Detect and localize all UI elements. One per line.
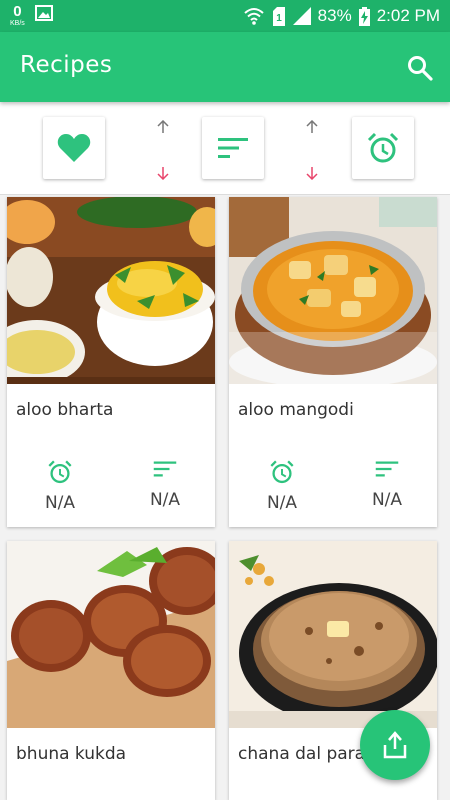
recipe-time: N/A: [252, 459, 312, 513]
recipe-name: bhuna kukda: [16, 744, 127, 764]
sort-button[interactable]: [202, 117, 264, 179]
gallery-notification-icon: [34, 4, 53, 27]
sort-toolbar: [0, 102, 450, 195]
recipe-image: [7, 197, 215, 384]
recipe-difficulty: N/A: [135, 459, 195, 510]
heart-icon: [57, 134, 91, 162]
sort-lines-icon: [218, 138, 248, 158]
page-title: Recipes: [20, 52, 113, 78]
share-button[interactable]: [360, 710, 430, 780]
sort-lines-icon: [375, 461, 399, 477]
recipe-time-value: N/A: [266, 493, 298, 513]
alarm-clock-icon: [367, 132, 399, 163]
arrow-down-icon[interactable]: [305, 166, 319, 180]
network-speed-unit: KB/s: [10, 20, 25, 27]
recipe-card[interactable]: aloo mangodi N/A N/A: [229, 197, 437, 527]
recipe-time-value: N/A: [44, 493, 76, 513]
wifi-icon: [243, 7, 265, 25]
signal-icon: [292, 7, 311, 25]
recipe-name: aloo bharta: [16, 400, 114, 420]
network-speed: 0 KB/s: [10, 4, 25, 27]
search-icon: [408, 56, 433, 81]
recipe-name: aloo mangodi: [238, 400, 354, 420]
recipe-image: [229, 197, 437, 384]
app-bar: Recipes: [0, 32, 450, 102]
recipe-card[interactable]: bhuna kukda: [7, 541, 215, 800]
status-right: 1 83% 2:02 PM: [243, 6, 440, 26]
alarm-clock-icon: [270, 460, 294, 484]
battery-charging-icon: [358, 6, 370, 26]
recipe-image: [7, 541, 215, 728]
arrow-down-icon[interactable]: [156, 166, 170, 180]
sort-order-arrows: [302, 120, 322, 180]
cooking-time-button[interactable]: [352, 117, 414, 179]
recipe-difficulty-value: N/A: [371, 490, 403, 510]
arrow-up-icon[interactable]: [305, 120, 319, 134]
alarm-clock-icon: [48, 460, 72, 484]
recipe-image: [229, 541, 437, 728]
network-speed-value: 0: [13, 3, 22, 20]
battery-percent: 83%: [317, 6, 352, 25]
favorites-filter-button[interactable]: [43, 117, 105, 179]
search-button[interactable]: [406, 54, 434, 82]
recipe-card[interactable]: aloo bharta N/A N/A: [7, 197, 215, 527]
sim-card-icon: 1: [272, 6, 286, 26]
status-time: 2:02 PM: [376, 6, 440, 25]
recipe-difficulty: N/A: [357, 459, 417, 510]
svg-text:1: 1: [276, 13, 282, 24]
share-upload-icon: [383, 731, 407, 759]
recipe-time: N/A: [30, 459, 90, 513]
recipe-difficulty-value: N/A: [149, 490, 181, 510]
arrow-up-icon[interactable]: [156, 120, 170, 134]
status-bar: 0 KB/s 1 83% 2:02 PM: [0, 0, 450, 32]
favorites-sort-arrows: [153, 120, 173, 180]
sort-lines-icon: [153, 461, 177, 477]
status-left: 0 KB/s: [10, 4, 53, 27]
